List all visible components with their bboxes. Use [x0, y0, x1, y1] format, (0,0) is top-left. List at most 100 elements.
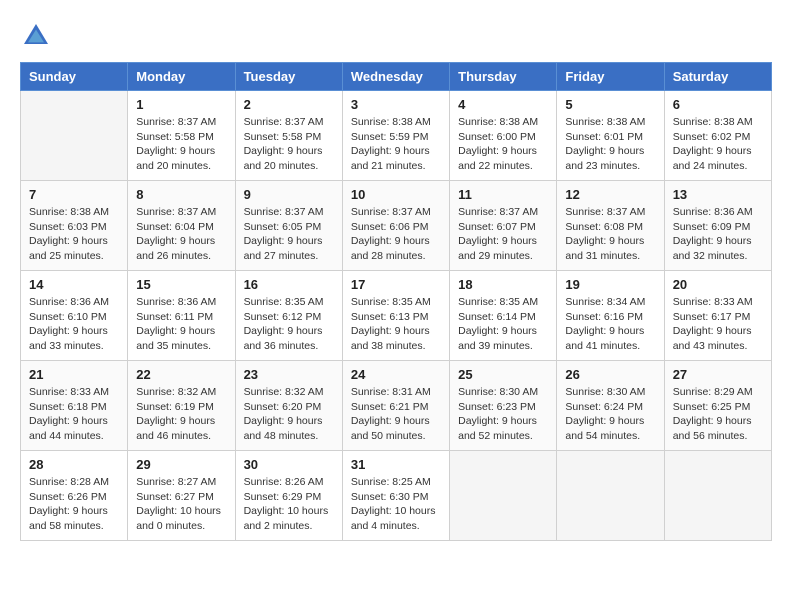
- day-info: Sunrise: 8:35 AMSunset: 6:12 PMDaylight:…: [244, 295, 334, 354]
- day-number: 23: [244, 367, 334, 382]
- day-info: Sunrise: 8:28 AMSunset: 6:26 PMDaylight:…: [29, 475, 119, 534]
- day-info: Sunrise: 8:34 AMSunset: 6:16 PMDaylight:…: [565, 295, 655, 354]
- day-number: 3: [351, 97, 441, 112]
- day-info: Sunrise: 8:37 AMSunset: 6:04 PMDaylight:…: [136, 205, 226, 264]
- calendar-day: 10 Sunrise: 8:37 AMSunset: 6:06 PMDayligh…: [342, 181, 449, 271]
- day-number: 25: [458, 367, 548, 382]
- day-number: 12: [565, 187, 655, 202]
- day-header-sunday: Sunday: [21, 63, 128, 91]
- calendar-day: 20Sunrise: 8:33 AMSunset: 6:17 PMDayligh…: [664, 271, 771, 361]
- day-info: Sunrise: 8:37 AMSunset: 6:07 PMDaylight:…: [458, 205, 548, 264]
- day-number: 27: [673, 367, 763, 382]
- calendar-day: 21Sunrise: 8:33 AMSunset: 6:18 PMDayligh…: [21, 361, 128, 451]
- calendar-day: 19 Sunrise: 8:34 AMSunset: 6:16 PMDayligh…: [557, 271, 664, 361]
- day-number: 17: [351, 277, 441, 292]
- calendar-day: 9 Sunrise: 8:37 AMSunset: 6:05 PMDaylight…: [235, 181, 342, 271]
- day-number: 26: [565, 367, 655, 382]
- day-number: 24: [351, 367, 441, 382]
- calendar-day: 29Sunrise: 8:27 AMSunset: 6:27 PMDayligh…: [128, 451, 235, 541]
- calendar-day: 15Sunrise: 8:36 AMSunset: 6:11 PMDayligh…: [128, 271, 235, 361]
- day-info: Sunrise: 8:35 AMSunset: 6:14 PMDaylight:…: [458, 295, 548, 354]
- calendar-week-1: 1 Sunrise: 8:37 AMSunset: 5:58 PMDaylight…: [21, 91, 772, 181]
- calendar-day: 8 Sunrise: 8:37 AMSunset: 6:04 PMDaylight…: [128, 181, 235, 271]
- day-info: Sunrise: 8:38 AMSunset: 6:00 PMDaylight:…: [458, 115, 548, 174]
- calendar-day: 24 Sunrise: 8:31 AMSunset: 6:21 PMDayligh…: [342, 361, 449, 451]
- day-number: 7: [29, 187, 119, 202]
- day-number: 2: [244, 97, 334, 112]
- day-number: 11: [458, 187, 548, 202]
- day-header-friday: Friday: [557, 63, 664, 91]
- day-info: Sunrise: 8:32 AMSunset: 6:20 PMDaylight:…: [244, 385, 334, 444]
- calendar-day: 25 Sunrise: 8:30 AMSunset: 6:23 PMDayligh…: [450, 361, 557, 451]
- calendar-day: 4 Sunrise: 8:38 AMSunset: 6:00 PMDaylight…: [450, 91, 557, 181]
- day-number: 18: [458, 277, 548, 292]
- day-number: 30: [244, 457, 334, 472]
- day-number: 19: [565, 277, 655, 292]
- day-number: 22: [136, 367, 226, 382]
- day-number: 28: [29, 457, 119, 472]
- calendar-day: 12 Sunrise: 8:37 AMSunset: 6:08 PMDayligh…: [557, 181, 664, 271]
- calendar-day: 31 Sunrise: 8:25 AMSunset: 6:30 PMDayligh…: [342, 451, 449, 541]
- day-info: Sunrise: 8:35 AMSunset: 6:13 PMDaylight:…: [351, 295, 441, 354]
- day-number: 15: [136, 277, 226, 292]
- day-info: Sunrise: 8:38 AMSunset: 6:01 PMDaylight:…: [565, 115, 655, 174]
- calendar-day: [21, 91, 128, 181]
- day-info: Sunrise: 8:38 AMSunset: 5:59 PMDaylight:…: [351, 115, 441, 174]
- day-number: 1: [136, 97, 226, 112]
- calendar-day: 28 Sunrise: 8:28 AMSunset: 6:26 PMDayligh…: [21, 451, 128, 541]
- day-header-saturday: Saturday: [664, 63, 771, 91]
- calendar-day: 11 Sunrise: 8:37 AMSunset: 6:07 PMDayligh…: [450, 181, 557, 271]
- day-info: Sunrise: 8:31 AMSunset: 6:21 PMDaylight:…: [351, 385, 441, 444]
- day-header-monday: Monday: [128, 63, 235, 91]
- calendar-day: 6 Sunrise: 8:38 AMSunset: 6:02 PMDaylight…: [664, 91, 771, 181]
- day-info: Sunrise: 8:37 AMSunset: 6:08 PMDaylight:…: [565, 205, 655, 264]
- calendar-day: 13 Sunrise: 8:36 AMSunset: 6:09 PMDayligh…: [664, 181, 771, 271]
- day-number: 4: [458, 97, 548, 112]
- day-info: Sunrise: 8:26 AMSunset: 6:29 PMDaylight:…: [244, 475, 334, 534]
- calendar-day: 18 Sunrise: 8:35 AMSunset: 6:14 PMDayligh…: [450, 271, 557, 361]
- calendar-week-3: 14 Sunrise: 8:36 AMSunset: 6:10 PMDayligh…: [21, 271, 772, 361]
- calendar-day: 27 Sunrise: 8:29 AMSunset: 6:25 PMDayligh…: [664, 361, 771, 451]
- day-header-thursday: Thursday: [450, 63, 557, 91]
- day-info: Sunrise: 8:30 AMSunset: 6:23 PMDaylight:…: [458, 385, 548, 444]
- calendar-week-4: 21Sunrise: 8:33 AMSunset: 6:18 PMDayligh…: [21, 361, 772, 451]
- calendar-header-row: SundayMondayTuesdayWednesdayThursdayFrid…: [21, 63, 772, 91]
- day-number: 8: [136, 187, 226, 202]
- day-info: Sunrise: 8:37 AMSunset: 6:06 PMDaylight:…: [351, 205, 441, 264]
- calendar-day: 22 Sunrise: 8:32 AMSunset: 6:19 PMDayligh…: [128, 361, 235, 451]
- calendar-day: 16Sunrise: 8:35 AMSunset: 6:12 PMDayligh…: [235, 271, 342, 361]
- day-info: Sunrise: 8:36 AMSunset: 6:09 PMDaylight:…: [673, 205, 763, 264]
- calendar-day: 7Sunrise: 8:38 AMSunset: 6:03 PMDaylight…: [21, 181, 128, 271]
- day-number: 10: [351, 187, 441, 202]
- calendar-day: 3 Sunrise: 8:38 AMSunset: 5:59 PMDaylight…: [342, 91, 449, 181]
- calendar-week-5: 28 Sunrise: 8:28 AMSunset: 6:26 PMDayligh…: [21, 451, 772, 541]
- calendar-week-2: 7Sunrise: 8:38 AMSunset: 6:03 PMDaylight…: [21, 181, 772, 271]
- day-number: 9: [244, 187, 334, 202]
- day-number: 13: [673, 187, 763, 202]
- calendar-table: SundayMondayTuesdayWednesdayThursdayFrid…: [20, 62, 772, 541]
- day-number: 21: [29, 367, 119, 382]
- calendar-day: 2 Sunrise: 8:37 AMSunset: 5:58 PMDaylight…: [235, 91, 342, 181]
- calendar-day: 5 Sunrise: 8:38 AMSunset: 6:01 PMDaylight…: [557, 91, 664, 181]
- day-info: Sunrise: 8:32 AMSunset: 6:19 PMDaylight:…: [136, 385, 226, 444]
- calendar-day: 30 Sunrise: 8:26 AMSunset: 6:29 PMDayligh…: [235, 451, 342, 541]
- calendar-day: 17 Sunrise: 8:35 AMSunset: 6:13 PMDayligh…: [342, 271, 449, 361]
- calendar-day: [557, 451, 664, 541]
- day-number: 31: [351, 457, 441, 472]
- day-info: Sunrise: 8:29 AMSunset: 6:25 PMDaylight:…: [673, 385, 763, 444]
- day-number: 20: [673, 277, 763, 292]
- day-info: Sunrise: 8:30 AMSunset: 6:24 PMDaylight:…: [565, 385, 655, 444]
- day-info: Sunrise: 8:25 AMSunset: 6:30 PMDaylight:…: [351, 475, 441, 534]
- day-info: Sunrise: 8:37 AMSunset: 5:58 PMDaylight:…: [244, 115, 334, 174]
- calendar-day: 26 Sunrise: 8:30 AMSunset: 6:24 PMDayligh…: [557, 361, 664, 451]
- day-number: 14: [29, 277, 119, 292]
- day-number: 6: [673, 97, 763, 112]
- day-number: 5: [565, 97, 655, 112]
- day-info: Sunrise: 8:38 AMSunset: 6:02 PMDaylight:…: [673, 115, 763, 174]
- day-header-wednesday: Wednesday: [342, 63, 449, 91]
- day-info: Sunrise: 8:37 AMSunset: 6:05 PMDaylight:…: [244, 205, 334, 264]
- page-header: [20, 20, 772, 52]
- logo: [20, 20, 56, 52]
- day-info: Sunrise: 8:36 AMSunset: 6:10 PMDaylight:…: [29, 295, 119, 354]
- day-info: Sunrise: 8:37 AMSunset: 5:58 PMDaylight:…: [136, 115, 226, 174]
